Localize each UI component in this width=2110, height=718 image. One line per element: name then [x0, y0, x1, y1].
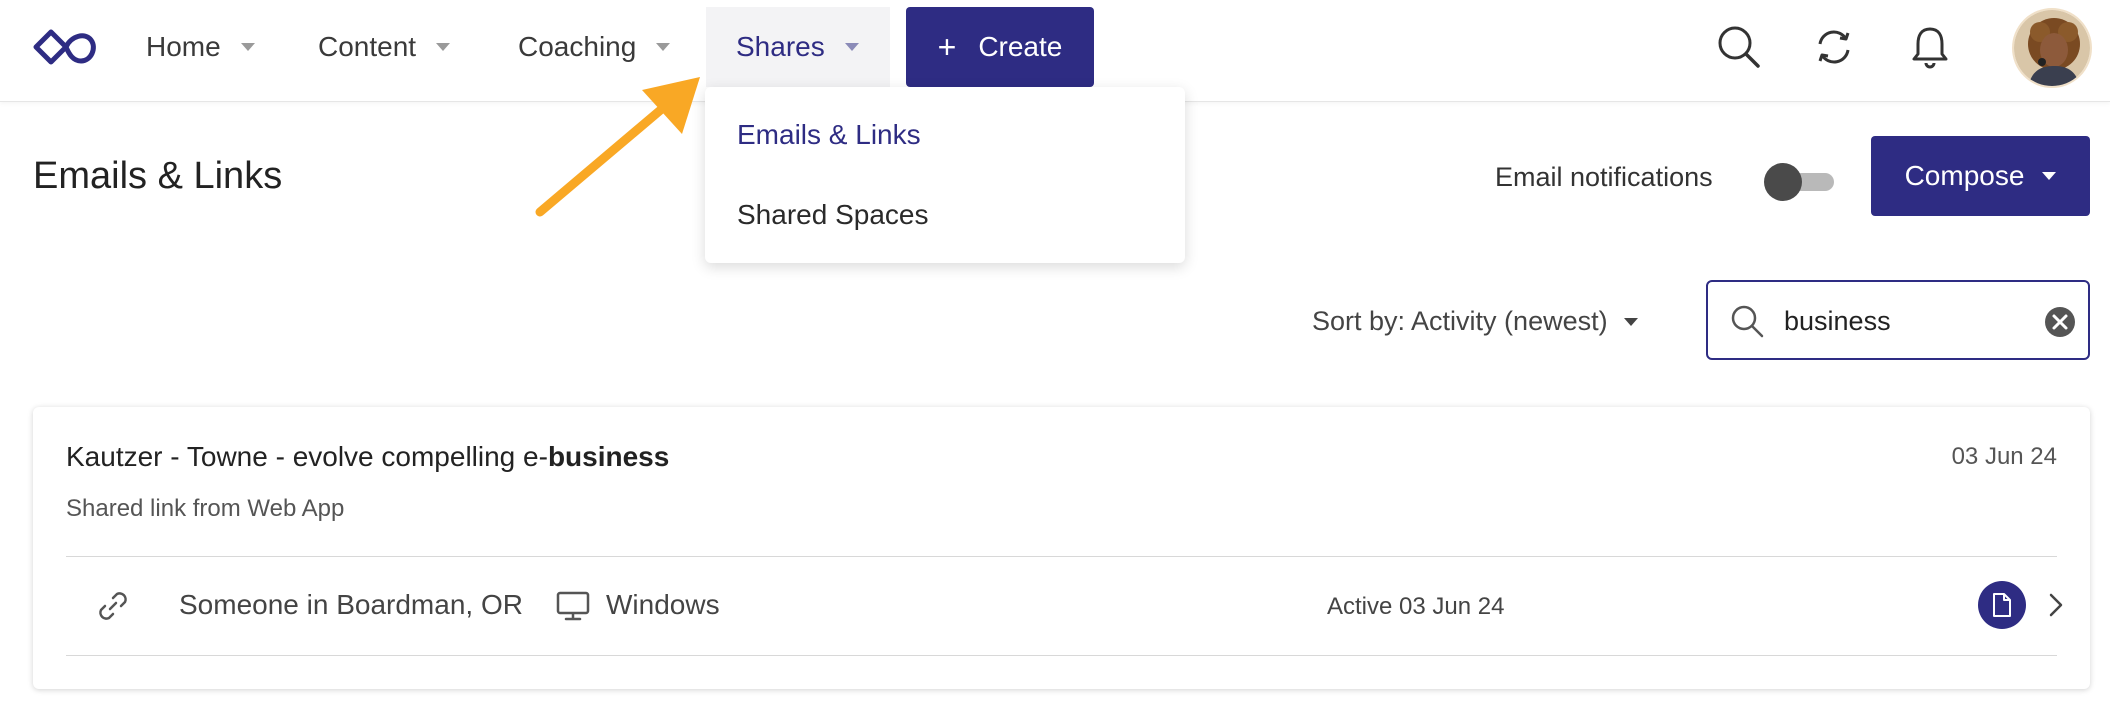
nav-content[interactable]: Content	[318, 7, 451, 87]
search-input-value: business	[1784, 306, 1891, 336]
annotation-arrow-icon	[535, 77, 700, 217]
nav-coaching-label: Coaching	[518, 31, 637, 62]
email-notifications-label: Email notifications	[1495, 162, 1713, 192]
monitor-icon	[556, 591, 590, 621]
nav-home-label: Home	[146, 31, 221, 62]
plus-icon: +	[937, 28, 957, 65]
activity-date: Active 03 Jun 24	[1327, 593, 1505, 620]
create-button[interactable]: + Create	[906, 7, 1094, 87]
search-icon	[1731, 305, 1764, 338]
avatar[interactable]	[2012, 8, 2092, 88]
shares-dropdown-menu: Emails & Links Shared Spaces	[705, 87, 1185, 263]
nav-content-label: Content	[318, 31, 417, 62]
nav-shares-label: Shares	[736, 31, 825, 62]
compose-button[interactable]: Compose	[1871, 136, 2090, 216]
menu-item-emails-links[interactable]: Emails & Links	[737, 119, 921, 151]
search-icon[interactable]	[1714, 22, 1764, 72]
document-badge	[1978, 581, 2026, 629]
activity-row[interactable]: Someone in Boardman, OR Windows Active 0…	[66, 557, 2063, 655]
chevron-down-icon	[436, 43, 451, 51]
sort-dropdown[interactable]: Sort by: Activity (newest)	[1312, 306, 1638, 337]
toggle-knob	[1764, 163, 1802, 201]
chevron-down-icon	[844, 43, 859, 51]
document-icon	[1993, 593, 2011, 617]
share-date: 03 Jun 24	[1951, 443, 2057, 470]
sync-icon[interactable]	[1809, 22, 1859, 72]
nav-shares[interactable]: Shares	[706, 7, 890, 87]
divider	[66, 655, 2057, 656]
visitor-location: Someone in Boardman, OR	[179, 589, 523, 620]
link-icon	[99, 592, 127, 620]
share-title[interactable]: Kautzer - Towne - evolve compelling e-bu…	[66, 441, 669, 473]
create-button-label: Create	[978, 31, 1063, 62]
share-title-match: business	[547, 441, 670, 472]
chevron-down-icon	[1623, 317, 1638, 326]
nav-home[interactable]: Home	[146, 7, 255, 87]
share-title-prefix: Kautzer - Towne - evolve compelling e-	[66, 441, 548, 472]
chevron-right-icon[interactable]	[2046, 591, 2066, 619]
menu-item-shared-spaces[interactable]: Shared Spaces	[737, 199, 928, 231]
infinity-logo[interactable]	[33, 26, 99, 68]
clear-search-icon[interactable]	[2044, 306, 2076, 338]
chevron-down-icon	[240, 43, 255, 51]
email-notifications-toggle[interactable]	[1764, 163, 1836, 201]
sort-label: Sort by: Activity (newest)	[1312, 306, 1608, 336]
chevron-down-icon	[656, 43, 671, 51]
chevron-down-icon	[2042, 172, 2057, 180]
bell-icon[interactable]	[1905, 22, 1955, 72]
compose-button-label: Compose	[1904, 160, 2025, 191]
share-card[interactable]: Kautzer - Towne - evolve compelling e-bu…	[33, 407, 2090, 689]
search-input[interactable]: business	[1706, 280, 2090, 360]
visitor-os: Windows	[606, 589, 720, 620]
share-subtitle: Shared link from Web App	[66, 495, 345, 522]
page-title: Emails & Links	[33, 155, 283, 197]
